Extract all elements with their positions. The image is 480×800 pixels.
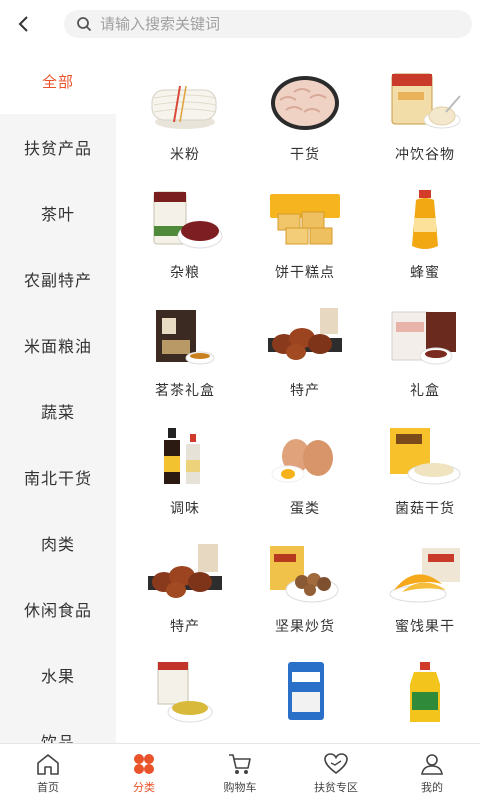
category-label: 礼盒 — [410, 383, 440, 399]
sidebar-item-poverty-relief-products[interactable]: 扶贫产品 — [0, 114, 116, 180]
sidebar-item-farm-specialty[interactable]: 农副特产 — [0, 246, 116, 312]
category-label: 蜜饯果干 — [395, 619, 455, 635]
category-cell-flour[interactable] — [248, 662, 362, 743]
profile-icon — [419, 752, 445, 776]
oil-image — [410, 662, 440, 722]
sidebar-item-vegetables[interactable]: 蔬菜 — [0, 378, 116, 444]
category-label: 茗茶礼盒 — [155, 383, 215, 399]
cereal-drink-image — [391, 73, 461, 129]
sidebar-item-tea[interactable]: 茶叶 — [0, 180, 116, 246]
dried-goods-image — [271, 76, 339, 130]
category-cell-tea-gift-box[interactable]: 茗茶礼盒 — [128, 308, 242, 426]
category-grid: 米粉 干货 冲饮谷物 杂粮 饼干糕点 蜂蜜 茗茶礼盒 特产 礼盒 调味 蛋类 菌… — [116, 48, 480, 743]
category-cell-nuts[interactable]: 坚果炒货 — [248, 544, 362, 662]
tab-label: 首页 — [37, 781, 59, 794]
category-sidebar: 全部 扶贫产品 茶叶 农副特产 米面粮油 蔬菜 南北干货 肉类 休闲食品 水果 … — [0, 48, 116, 743]
nuts-image — [270, 546, 339, 603]
category-cell-eggs[interactable]: 蛋类 — [248, 426, 362, 544]
millet-image — [157, 662, 213, 723]
category-label: 菌菇干货 — [395, 501, 455, 517]
tab-poverty-relief[interactable]: 扶贫专区 — [288, 744, 384, 800]
tab-home[interactable]: 首页 — [0, 744, 96, 800]
category-cell-seasoning[interactable]: 调味 — [128, 426, 242, 544]
category-label: 冲饮谷物 — [395, 147, 455, 163]
category-cell-mushroom[interactable]: 菌菇干货 — [368, 426, 480, 544]
category-label: 特产 — [170, 619, 200, 635]
category-cell-gift-box[interactable]: 礼盒 — [368, 308, 480, 426]
category-label: 蛋类 — [290, 501, 320, 517]
category-cell-grains[interactable]: 杂粮 — [128, 190, 242, 308]
mushroom-image — [390, 428, 461, 485]
top-bar — [0, 0, 480, 48]
sidebar-item-all[interactable]: 全部 — [0, 48, 116, 114]
category-cell-biscuits[interactable]: 饼干糕点 — [248, 190, 362, 308]
rice-noodle-image — [151, 85, 217, 129]
category-cell-cereal-drink[interactable]: 冲饮谷物 — [368, 72, 480, 190]
sidebar-item-drinks[interactable]: 饮品 — [0, 708, 116, 743]
flour-image — [288, 662, 324, 720]
category-cell-dried-goods[interactable]: 干货 — [248, 72, 362, 190]
category-cell-honey[interactable]: 蜂蜜 — [368, 190, 480, 308]
tab-category[interactable]: 分类 — [96, 744, 192, 800]
sidebar-item-snacks[interactable]: 休闲食品 — [0, 576, 116, 642]
category-icon — [131, 752, 157, 776]
sidebar-item-rice-flour-oil[interactable]: 米面粮油 — [0, 312, 116, 378]
tab-profile[interactable]: 我的 — [384, 744, 480, 800]
tab-label: 我的 — [421, 781, 443, 794]
category-cell-dried-fruit[interactable]: 蜜饯果干 — [368, 544, 480, 662]
sidebar-item-fruit[interactable]: 水果 — [0, 642, 116, 708]
chevron-left-icon — [18, 16, 28, 32]
dried-fruit-image — [389, 548, 460, 603]
sidebar-item-dried-goods[interactable]: 南北干货 — [0, 444, 116, 510]
biscuits-image — [270, 194, 340, 245]
seasoning-image — [164, 428, 200, 484]
specialty-meat-image — [148, 544, 222, 598]
tab-label: 分类 — [133, 781, 155, 794]
category-cell-oil[interactable] — [368, 662, 480, 743]
honey-image — [412, 190, 438, 249]
category-label: 饼干糕点 — [275, 265, 335, 281]
category-cell-specialty-2[interactable]: 特产 — [128, 544, 242, 662]
category-label: 干货 — [290, 147, 320, 163]
tea-gift-box-image — [156, 310, 215, 365]
category-label: 坚果炒货 — [275, 619, 335, 635]
category-cell-rice-noodle[interactable]: 米粉 — [128, 72, 242, 190]
category-cell-millet[interactable] — [128, 662, 242, 743]
category-label: 调味 — [170, 501, 200, 517]
specialty-meat-image — [268, 308, 342, 360]
home-icon — [35, 752, 61, 776]
category-label: 蜂蜜 — [410, 265, 440, 281]
search-icon — [76, 16, 92, 32]
search-bar[interactable] — [64, 10, 472, 38]
poverty-relief-icon — [323, 752, 349, 776]
tab-cart[interactable]: 购物车 — [192, 744, 288, 800]
tab-label: 扶贫专区 — [314, 781, 358, 794]
search-input[interactable] — [100, 15, 430, 33]
category-label: 杂粮 — [170, 265, 200, 281]
category-label: 特产 — [290, 383, 320, 399]
back-button[interactable] — [10, 10, 38, 38]
eggs-image — [271, 439, 333, 483]
category-content: 米粉 干货 冲饮谷物 杂粮 饼干糕点 蜂蜜 茗茶礼盒 特产 礼盒 调味 蛋类 菌… — [116, 48, 480, 743]
category-cell-specialty[interactable]: 特产 — [248, 308, 362, 426]
category-label: 米粉 — [170, 147, 200, 163]
grains-image — [153, 191, 223, 249]
bottom-tab-bar: 首页 分类 购物车 扶贫专区 我的 — [0, 743, 480, 800]
tab-label: 购物车 — [223, 781, 257, 794]
cart-icon — [227, 752, 253, 776]
sidebar-item-meat[interactable]: 肉类 — [0, 510, 116, 576]
gift-box-image — [391, 311, 456, 365]
